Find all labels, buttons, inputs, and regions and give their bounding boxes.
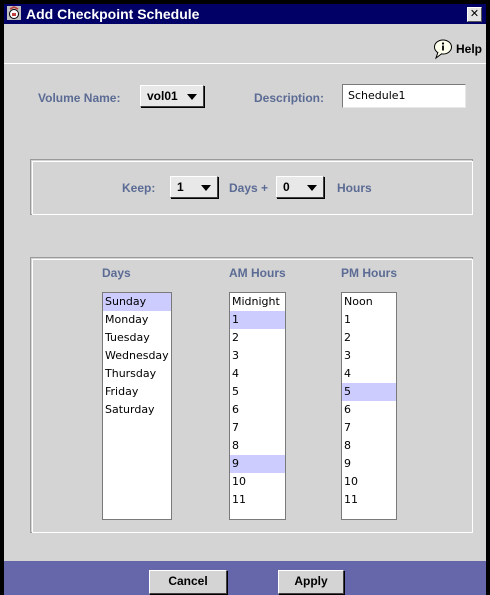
description-value: Schedule1 <box>348 89 406 102</box>
list-item[interactable]: 11 <box>230 491 285 509</box>
days-header: Days <box>102 266 131 280</box>
app-icon <box>7 6 21 20</box>
list-item[interactable]: 1 <box>342 311 396 329</box>
list-item[interactable]: 11 <box>342 491 396 509</box>
help-button[interactable]: Help <box>432 38 482 60</box>
title-bar[interactable]: Add Checkpoint Schedule ✕ <box>4 4 486 24</box>
list-item[interactable]: 9 <box>230 455 285 473</box>
list-item[interactable]: Monday <box>103 311 171 329</box>
list-item[interactable]: Midnight <box>230 293 285 311</box>
keep-hours-value: 0 <box>283 180 290 194</box>
list-item[interactable]: 4 <box>342 365 396 383</box>
list-item[interactable]: Tuesday <box>103 329 171 347</box>
list-item[interactable]: 10 <box>342 473 396 491</box>
cancel-button[interactable]: Cancel <box>149 570 227 594</box>
help-label: Help <box>455 42 482 56</box>
window-title: Add Checkpoint Schedule <box>26 6 200 22</box>
list-item[interactable]: 1 <box>230 311 285 329</box>
close-button[interactable]: ✕ <box>467 7 482 22</box>
list-item[interactable]: 7 <box>342 419 396 437</box>
volume-name-label: Volume Name: <box>38 91 121 105</box>
dialog-window: Add Checkpoint Schedule ✕ Help Volume Na… <box>0 0 490 595</box>
volume-name-value: vol01 <box>147 89 178 103</box>
list-item[interactable]: 6 <box>342 401 396 419</box>
chevron-down-icon <box>201 185 211 191</box>
days-list[interactable]: Sunday Monday Tuesday Wednesday Thursday Frid… <box>102 292 172 520</box>
list-item[interactable]: Noon <box>342 293 396 311</box>
keep-days-dropdown[interactable]: 1 <box>170 176 218 198</box>
list-item[interactable]: 8 <box>342 437 396 455</box>
list-item[interactable]: 6 <box>230 401 285 419</box>
am-hours-header: AM Hours <box>229 266 286 280</box>
help-bar: Help <box>4 24 486 64</box>
list-item[interactable]: 7 <box>230 419 285 437</box>
list-item[interactable]: Sunday <box>103 293 171 311</box>
keep-days-value: 1 <box>177 180 184 194</box>
list-item[interactable]: 10 <box>230 473 285 491</box>
button-bar: Cancel Apply <box>4 561 486 595</box>
list-item[interactable]: Thursday <box>103 365 171 383</box>
description-label: Description: <box>254 91 325 105</box>
list-item[interactable]: Friday <box>103 383 171 401</box>
days-plus-label: Days + <box>229 181 269 195</box>
description-field[interactable]: Schedule1 <box>342 84 466 108</box>
list-item[interactable]: 2 <box>342 329 396 347</box>
pm-hours-header: PM Hours <box>341 266 398 280</box>
list-item[interactable]: Wednesday <box>103 347 171 365</box>
chevron-down-icon <box>187 94 197 100</box>
keep-label: Keep: <box>122 181 156 195</box>
list-item[interactable]: 4 <box>230 365 285 383</box>
list-item[interactable]: 5 <box>230 383 285 401</box>
pm-hours-list[interactable]: Noon 1 2 3 4 5 6 7 8 9 10 11 <box>341 292 397 520</box>
volume-name-dropdown[interactable]: vol01 <box>140 85 204 107</box>
chevron-down-icon <box>307 185 317 191</box>
help-balloon-icon <box>433 39 452 60</box>
list-item[interactable]: 8 <box>230 437 285 455</box>
apply-button[interactable]: Apply <box>278 570 344 594</box>
list-item[interactable]: 2 <box>230 329 285 347</box>
hours-label: Hours <box>337 181 372 195</box>
list-item[interactable]: 5 <box>342 383 396 401</box>
am-hours-list[interactable]: Midnight 1 2 3 4 5 6 7 8 9 10 11 <box>229 292 286 520</box>
keep-hours-dropdown[interactable]: 0 <box>276 176 324 198</box>
list-item[interactable]: 3 <box>230 347 285 365</box>
list-item[interactable]: Saturday <box>103 401 171 419</box>
list-item[interactable]: 9 <box>342 455 396 473</box>
list-item[interactable]: 3 <box>342 347 396 365</box>
